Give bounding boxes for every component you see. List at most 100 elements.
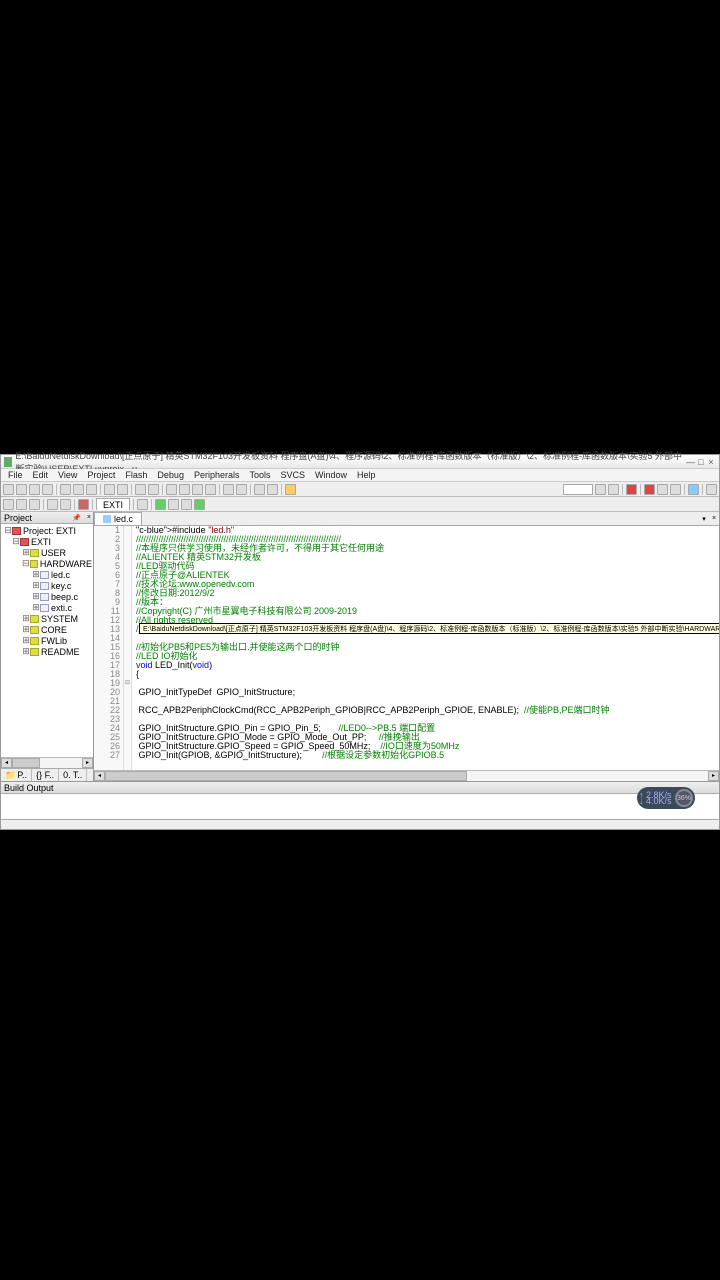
build-output-title: Build Output (4, 783, 54, 793)
tree-file-led[interactable]: ⊞led.c (2, 569, 92, 580)
menu-tools[interactable]: Tools (244, 470, 275, 480)
breakpoint-kill-icon[interactable] (670, 484, 681, 495)
saveall-icon[interactable] (42, 484, 53, 495)
copy-icon[interactable] (73, 484, 84, 495)
build-icon[interactable] (16, 499, 27, 510)
bookmark-clear-icon[interactable] (205, 484, 216, 495)
tree-file-key[interactable]: ⊞key.c (2, 580, 92, 591)
fold-column[interactable]: ⊟ (124, 526, 132, 770)
tree-group-fwlib[interactable]: ⊞FWLib (2, 635, 92, 646)
project-panel-tabs: 📁P.. {} F.. 0. T.. (1, 768, 93, 781)
tree-group-core[interactable]: ⊞CORE (2, 624, 92, 635)
tab-functions[interactable]: {} F.. (32, 769, 59, 781)
find-combo[interactable] (563, 484, 593, 495)
menu-edit[interactable]: Edit (28, 470, 54, 480)
editor-tab-led[interactable]: led.c (94, 512, 142, 525)
tab-dropdown-icon[interactable]: ▾ (699, 515, 709, 523)
tree-target[interactable]: ⊟EXTI (2, 536, 92, 547)
editor-hscroll[interactable]: ◂ ▸ (94, 770, 719, 781)
network-widget[interactable]: ↑ 2.8K/s↓ 4.0K/s 36% (637, 787, 695, 809)
nav-fwd-icon[interactable] (148, 484, 159, 495)
tab-project[interactable]: 📁P.. (1, 769, 32, 781)
window-icon[interactable] (688, 484, 699, 495)
menu-file[interactable]: File (3, 470, 28, 480)
nav-back-icon[interactable] (135, 484, 146, 495)
target-selector[interactable]: EXTI (96, 498, 130, 510)
manage-icon[interactable] (194, 499, 205, 510)
main-area: Project 📌 × ⊟Project: EXTI ⊟EXTI ⊞USER ⊟… (1, 512, 719, 781)
translate-icon[interactable] (3, 499, 14, 510)
menu-bar: File Edit View Project Flash Debug Perip… (1, 469, 719, 482)
code-area[interactable]: E:\BaiduNetdiskDownload\[正点原子] 精英STM32F1… (94, 526, 719, 770)
manage-rtenv-icon[interactable] (155, 499, 166, 510)
stop-build-icon[interactable] (60, 499, 71, 510)
menu-debug[interactable]: Debug (152, 470, 189, 480)
menu-project[interactable]: Project (82, 470, 120, 480)
code-content[interactable]: "c-blue">#include "led.h"///////////////… (132, 526, 719, 770)
pack-installer-icon[interactable] (181, 499, 192, 510)
find-icon[interactable] (285, 484, 296, 495)
debug-icon[interactable] (626, 484, 637, 495)
tree-group-system[interactable]: ⊞SYSTEM (2, 613, 92, 624)
menu-help[interactable]: Help (352, 470, 381, 480)
build-output-panel: Build Output ↑ 2.8K/s↓ 4.0K/s 36% (1, 781, 719, 829)
configure-icon[interactable] (706, 484, 717, 495)
bookmark-next-icon[interactable] (192, 484, 203, 495)
bookmark-icon[interactable] (166, 484, 177, 495)
uncomment-icon[interactable] (267, 484, 278, 495)
toolbar-build: EXTI (1, 497, 719, 512)
breakpoint-disable-icon[interactable] (657, 484, 668, 495)
batch-build-icon[interactable] (47, 499, 58, 510)
save-icon[interactable] (29, 484, 40, 495)
widget-percent[interactable]: 36% (675, 789, 693, 807)
editor-tabs: led.c ▾ × (94, 512, 719, 526)
bookmark-prev-icon[interactable] (179, 484, 190, 495)
menu-window[interactable]: Window (310, 470, 352, 480)
new-icon[interactable] (3, 484, 14, 495)
pin-icon[interactable]: 📌 (72, 514, 81, 522)
scroll-right-icon[interactable]: ▸ (708, 771, 719, 781)
tab-close-icon[interactable]: × (709, 515, 719, 522)
rebuild-icon[interactable] (29, 499, 40, 510)
tree-hscroll[interactable]: ◂▸ (1, 757, 93, 768)
scroll-left-icon[interactable]: ◂ (94, 771, 105, 781)
cut-icon[interactable] (60, 484, 71, 495)
toolbar-main (1, 482, 719, 497)
download-icon[interactable] (78, 499, 89, 510)
books-icon[interactable] (168, 499, 179, 510)
project-tree[interactable]: ⊟Project: EXTI ⊟EXTI ⊞USER ⊟HARDWARE ⊞le… (1, 524, 93, 757)
editor-area: led.c ▾ × E:\BaiduNetdiskDownload\[正点原子]… (94, 512, 719, 781)
app-icon (4, 457, 12, 467)
tab-templates[interactable]: 0. T.. (59, 769, 87, 781)
tree-group-user[interactable]: ⊞USER (2, 547, 92, 558)
breakpoint-icon[interactable] (644, 484, 655, 495)
incremental-find-icon[interactable] (608, 484, 619, 495)
comment-icon[interactable] (254, 484, 265, 495)
maximize-button[interactable]: □ (696, 457, 706, 467)
panel-close-icon[interactable]: × (87, 514, 91, 521)
redo-icon[interactable] (117, 484, 128, 495)
undo-icon[interactable] (104, 484, 115, 495)
target-options-icon[interactable] (137, 499, 148, 510)
open-icon[interactable] (16, 484, 27, 495)
title-bar: E:\BaiduNetdiskDownload\[正点原子] 精英STM32F1… (1, 455, 719, 469)
menu-peripherals[interactable]: Peripherals (189, 470, 245, 480)
indent-icon[interactable] (223, 484, 234, 495)
tree-root[interactable]: ⊟Project: EXTI (2, 525, 92, 536)
file-icon (103, 515, 111, 523)
find-scope-icon[interactable] (595, 484, 606, 495)
menu-svcs[interactable]: SVCS (276, 470, 311, 480)
minimize-button[interactable]: — (686, 457, 696, 467)
tree-group-readme[interactable]: ⊞README (2, 646, 92, 657)
menu-view[interactable]: View (53, 470, 82, 480)
build-output-body[interactable]: ↑ 2.8K/s↓ 4.0K/s 36% (1, 794, 719, 819)
close-button[interactable]: × (706, 457, 716, 467)
tree-file-beep[interactable]: ⊞beep.c (2, 591, 92, 602)
paste-icon[interactable] (86, 484, 97, 495)
tree-file-exti[interactable]: ⊞exti.c (2, 602, 92, 613)
menu-flash[interactable]: Flash (120, 470, 152, 480)
project-panel: Project 📌 × ⊟Project: EXTI ⊟EXTI ⊞USER ⊟… (1, 512, 94, 781)
line-gutter: 1234567891112131415161718192021222324252… (94, 526, 124, 770)
tree-group-hardware[interactable]: ⊟HARDWARE (2, 558, 92, 569)
outdent-icon[interactable] (236, 484, 247, 495)
